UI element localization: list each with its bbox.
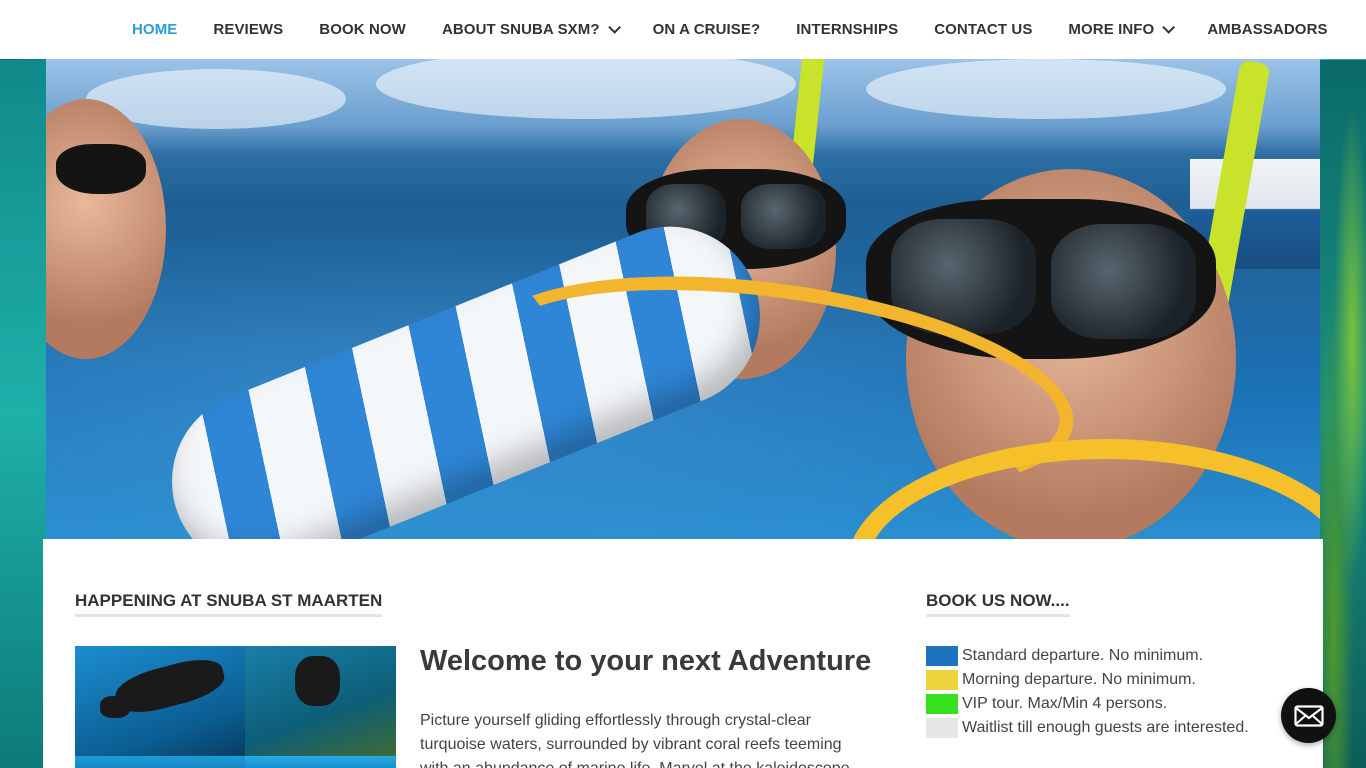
nav-item-ambassadors[interactable]: AMBASSADORS bbox=[1189, 0, 1345, 59]
nav-item-reviews[interactable]: REVIEWS bbox=[195, 0, 301, 59]
hero-image bbox=[46, 59, 1320, 539]
content-card: HAPPENING AT SNUBA ST MAARTEN Welcome to… bbox=[43, 539, 1323, 768]
legend-label: VIP tour. Max/Min 4 persons. bbox=[962, 695, 1168, 712]
nav-item-label: MORE INFO bbox=[1068, 21, 1155, 38]
collage-photo bbox=[245, 756, 396, 768]
legend-item: VIP tour. Max/Min 4 persons. bbox=[926, 692, 1249, 716]
legend-swatch-standard bbox=[926, 646, 958, 666]
nav-item-label: REVIEWS bbox=[213, 21, 284, 38]
legend-label: Standard departure. No minimum. bbox=[962, 647, 1203, 664]
cloud-shape bbox=[376, 59, 796, 119]
nav-item-book-now[interactable]: BOOK NOW bbox=[301, 0, 424, 59]
chevron-down-icon bbox=[607, 21, 621, 34]
nav-item-on-a-cruise[interactable]: ON A CRUISE? bbox=[635, 0, 779, 59]
legend-swatch-waitlist bbox=[926, 718, 958, 738]
legend-label: Morning departure. No minimum. bbox=[962, 671, 1196, 688]
mask-lens bbox=[1051, 224, 1196, 339]
nav-item-label: HOME bbox=[132, 21, 178, 38]
legend-item: Waitlist till enough guests are interest… bbox=[926, 716, 1249, 740]
happening-heading: HAPPENING AT SNUBA ST MAARTEN bbox=[75, 591, 383, 617]
legend-swatch-vip bbox=[926, 694, 958, 714]
nav-item-label: ABOUT SNUBA SXM? bbox=[441, 21, 600, 38]
chevron-down-icon bbox=[1162, 21, 1176, 34]
collage-photo bbox=[245, 646, 396, 756]
contact-mail-button[interactable] bbox=[1281, 688, 1336, 743]
nav-item-label: ON A CRUISE? bbox=[652, 21, 761, 38]
nav-item-about-snuba-sxm[interactable]: ABOUT SNUBA SXM? bbox=[424, 0, 635, 59]
nav-item-more-info[interactable]: MORE INFO bbox=[1050, 0, 1189, 59]
diver-shape bbox=[295, 656, 340, 706]
cloud-shape bbox=[866, 59, 1226, 119]
welcome-title: Welcome to your next Adventure bbox=[420, 645, 872, 677]
nav-item-contact-us[interactable]: CONTACT US bbox=[916, 0, 1050, 59]
legend-item: Standard departure. No minimum. bbox=[926, 644, 1249, 668]
book-us-now-heading: BOOK US NOW.... bbox=[926, 591, 1070, 617]
main-navigation: HOME REVIEWS BOOK NOW ABOUT SNUBA SXM? O… bbox=[0, 0, 1366, 59]
mask-lens bbox=[741, 184, 826, 249]
nav-item-label: AMBASSADORS bbox=[1207, 21, 1328, 38]
nav-item-label: CONTACT US bbox=[934, 21, 1033, 38]
collage-photo bbox=[75, 756, 245, 768]
availability-legend: Standard departure. No minimum. Morning … bbox=[926, 644, 1249, 740]
diver-shape bbox=[100, 696, 130, 718]
welcome-paragraph: Picture yourself gliding effortlessly th… bbox=[420, 712, 850, 768]
legend-item: Morning departure. No minimum. bbox=[926, 668, 1249, 692]
nav-item-home[interactable]: HOME bbox=[114, 0, 195, 59]
nav-item-label: BOOK NOW bbox=[319, 21, 406, 38]
page-background-left bbox=[0, 60, 46, 768]
collage-photo bbox=[75, 646, 245, 756]
legend-swatch-morning bbox=[926, 670, 958, 690]
legend-label: Waitlist till enough guests are interest… bbox=[962, 719, 1249, 736]
nav-item-label: INTERNSHIPS bbox=[796, 21, 899, 38]
photo-collage[interactable] bbox=[75, 646, 396, 768]
page-background-right bbox=[1320, 60, 1366, 768]
envelope-icon bbox=[1293, 704, 1324, 727]
mask-shape bbox=[56, 144, 146, 194]
nav-item-internships[interactable]: INTERNSHIPS bbox=[778, 0, 916, 59]
